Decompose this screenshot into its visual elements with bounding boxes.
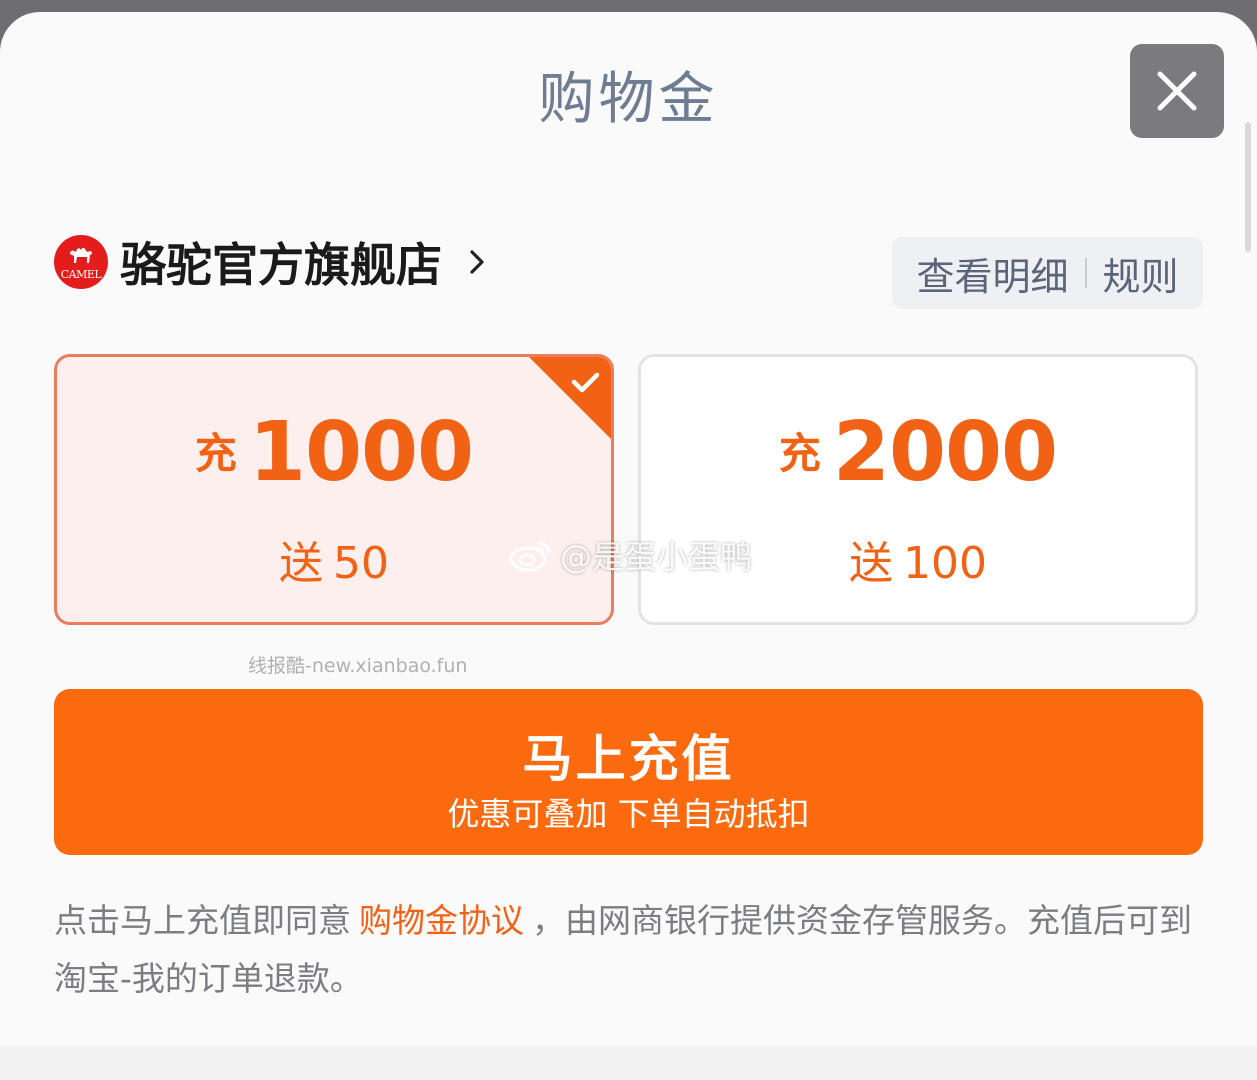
sheet-bottom-bar [0,1046,1257,1080]
view-details-link[interactable]: 查看明细 [916,246,1068,301]
scroll-indicator[interactable] [1245,122,1251,252]
bonus-amount: 50 [333,538,389,589]
close-icon [1157,71,1197,111]
chevron-right-icon [470,250,484,274]
store-logo-text: CAMEL [60,268,102,281]
bonus-label: 送 [279,538,323,589]
site-watermark: 线报酷-new.xianbao.fun [248,655,468,677]
option-amount: 充 1000 [57,405,611,500]
recharge-button-label: 马上充值 [522,730,735,788]
page-title: 购物金 [538,67,719,132]
camel-logo-icon [70,247,92,263]
recharge-amount: 2000 [832,405,1058,500]
store-logo: CAMEL [54,235,108,289]
option-card-1000[interactable]: 充 1000 送 50 [54,354,614,625]
recharge-prefix: 充 [194,429,237,478]
close-button[interactable] [1130,44,1224,138]
rules-link[interactable]: 规则 [1103,246,1179,301]
recharge-amount: 1000 [248,405,474,500]
recharge-now-button[interactable]: 马上充值 优惠可叠加 下单自动抵扣 [54,689,1203,855]
agreement-link[interactable]: 购物金协议 [359,901,524,940]
recharge-sheet: 购物金 CAMEL 骆驼官方旗舰店 查看明细 规则 充 1000 送 50 充 … [0,12,1257,1080]
recharge-prefix: 充 [778,429,821,478]
option-bonus: 送 50 [57,527,611,591]
recharge-button-sublabel: 优惠可叠加 下单自动抵扣 [447,795,810,833]
option-amount: 充 2000 [641,405,1195,500]
store-name: 骆驼官方旗舰店 [120,238,442,292]
bonus-amount: 100 [903,538,987,589]
bonus-label: 送 [849,538,893,589]
option-bonus: 送 100 [641,527,1195,591]
agreement-prefix: 点击马上充值即同意 [54,901,351,940]
agreement-text: 点击马上充值即同意 购物金协议 ，由网商银行提供资金存管服务。充值后可到淘宝-我的订… [54,892,1204,1008]
divider [1084,258,1087,288]
store-link[interactable]: CAMEL 骆驼官方旗舰店 [54,230,488,294]
details-rules-pill: 查看明细 规则 [892,237,1203,309]
option-card-2000[interactable]: 充 2000 送 100 [638,354,1198,625]
